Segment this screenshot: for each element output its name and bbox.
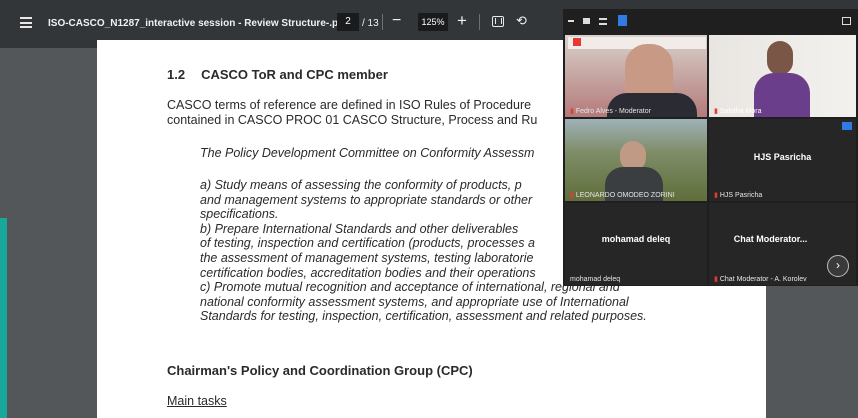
muted-mic-icon: ▮	[570, 108, 574, 115]
participant-head	[767, 41, 793, 75]
participant-label: ▮ Fedro Alves - Moderator	[570, 108, 651, 115]
grid-view-icon[interactable]	[618, 15, 627, 26]
participant-name: HJS Pasricha	[753, 152, 812, 162]
main-tasks-heading: Main tasks	[167, 394, 227, 408]
participant-label: ▮ Chat Moderator - A. Korolev	[714, 276, 807, 283]
video-tile[interactable]: Chat Moderator... ▮ Chat Moderator - A. K…	[709, 203, 856, 285]
document-title: ISO-CASCO_N1287_interactive session - Re…	[48, 18, 348, 29]
video-panel-titlebar	[563, 9, 858, 33]
page-total: / 13	[362, 18, 379, 29]
zoom-in-button[interactable]: +	[457, 12, 467, 29]
participant-label: ▮ HJS Pasricha	[714, 192, 763, 199]
expand-icon[interactable]	[842, 17, 851, 25]
toolbar-divider	[382, 14, 383, 30]
page-number-input[interactable]: 2	[337, 13, 359, 31]
muted-mic-icon: ▮	[714, 108, 718, 115]
muted-mic-icon: ▮	[714, 276, 718, 283]
video-tile[interactable]: ▮ Fedro Alves - Moderator	[565, 35, 707, 117]
restore-icon[interactable]	[583, 18, 590, 24]
zoom-out-button[interactable]: −	[392, 13, 401, 29]
video-tile[interactable]: mohamad deleq mohamad deleq	[565, 203, 707, 285]
video-tile[interactable]: HJS Pasricha ▮ HJS Pasricha	[709, 119, 856, 201]
logo-mark	[573, 38, 581, 46]
fit-page-icon[interactable]	[492, 16, 504, 27]
muted-mic-icon: ▮	[570, 192, 574, 199]
section-number: 1.2	[167, 67, 186, 82]
participant-label: mohamad deleq	[570, 276, 621, 283]
minimize-icon[interactable]	[568, 20, 574, 22]
video-tile[interactable]: ▮ Sabitha Mora	[709, 35, 856, 117]
task-line: Standards for testing, inspection, certi…	[200, 309, 647, 324]
next-page-button[interactable]: ›	[827, 255, 849, 277]
teal-accent-bar	[0, 218, 7, 418]
participant-label: ▮ Sabitha Mora	[714, 108, 762, 115]
participant-body	[754, 73, 810, 117]
toolbar-divider	[479, 14, 480, 30]
zoom-level-input[interactable]: 125%	[418, 13, 448, 31]
screen: ISO-CASCO_N1287_interactive session - Re…	[0, 0, 858, 418]
chairman-heading: Chairman's Policy and Coordination Group…	[167, 363, 473, 378]
rotate-icon[interactable]: ⟲	[516, 14, 527, 28]
task-line: national conformity assessment systems, …	[200, 294, 629, 309]
participant-name: Chat Moderator...	[733, 234, 808, 244]
section-title: CASCO ToR and CPC member	[201, 67, 388, 82]
menu-icon[interactable]	[20, 17, 32, 28]
section-heading: 1.2 CASCO ToR and CPC member	[167, 67, 388, 82]
participant-name: mohamad deleq	[601, 234, 671, 244]
muted-mic-icon: ▮	[714, 192, 718, 199]
pin-icon[interactable]	[842, 122, 852, 130]
participant-label: ▮ LEONARDO OMODEO ZORINI	[570, 192, 675, 199]
video-call-panel: ▮ Fedro Alves - Moderator ▮ Sabitha Mora ▮…	[563, 9, 858, 286]
layout-icon[interactable]	[599, 18, 607, 25]
video-tile[interactable]: ▮ LEONARDO OMODEO ZORINI	[565, 119, 707, 201]
